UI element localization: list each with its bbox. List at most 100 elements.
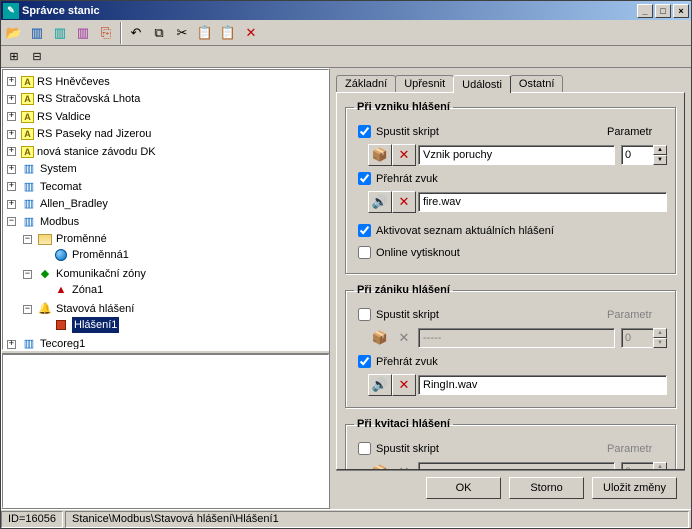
expander-icon[interactable]: + — [7, 165, 16, 174]
script-clear-button[interactable]: ✕ — [392, 144, 416, 166]
ulozit-button[interactable]: Uložit změny — [592, 477, 677, 499]
kvitace-parametr-label: Parametr — [607, 443, 667, 455]
station-icon: A — [21, 128, 34, 140]
button-row: OK Storno Uložit změny — [336, 470, 685, 505]
close-button[interactable]: × — [673, 4, 689, 18]
expander-icon[interactable]: + — [7, 340, 16, 349]
vznik-param-spinner[interactable]: ▲▼ — [621, 145, 667, 165]
grid-cyan-icon[interactable]: ▥ — [49, 22, 71, 44]
zanik-prehrat-label: Přehrát zvuk — [376, 356, 438, 368]
script-browse-button: 📦 — [368, 461, 392, 470]
expander-icon[interactable]: + — [7, 112, 16, 121]
tree-item[interactable]: RS Valdice — [37, 109, 91, 125]
expander-icon[interactable]: − — [7, 217, 16, 226]
zanik-spustit-label: Spustit skript — [376, 309, 439, 321]
status-path: Stanice\Modbus\Stavová hlášení\Hlášení1 — [65, 511, 689, 528]
kvitace-script-field — [418, 462, 615, 470]
expander-icon[interactable]: − — [23, 305, 32, 314]
zanik-sound-field[interactable] — [418, 375, 667, 395]
expander-icon[interactable]: − — [23, 270, 32, 279]
copy-icon[interactable]: ⧉ — [148, 22, 170, 44]
open-icon[interactable]: 📂 — [3, 22, 25, 44]
vznik-aktivovat-checkbox[interactable] — [358, 224, 371, 237]
vznik-spustit-label: Spustit skript — [376, 126, 439, 138]
tree-item[interactable]: Komunikační zóny — [56, 266, 146, 282]
tree-item-selected[interactable]: Hlášení1 — [72, 317, 119, 333]
station-icon: A — [21, 76, 34, 88]
export-icon[interactable]: ⎘ — [95, 22, 117, 44]
expander-icon[interactable]: + — [7, 95, 16, 104]
zanik-prehrat-checkbox[interactable] — [358, 355, 371, 368]
tab-ostatni[interactable]: Ostatní — [510, 75, 563, 92]
expander-icon[interactable]: + — [7, 200, 16, 209]
paste-icon[interactable]: 📋 — [194, 22, 216, 44]
maximize-button[interactable]: □ — [655, 4, 671, 18]
zanik-parametr-label: Parametr — [607, 309, 667, 321]
tree-item[interactable]: nová stanice závodu DK — [37, 144, 156, 160]
expander-icon[interactable]: − — [23, 235, 32, 244]
spin-down-icon[interactable]: ▼ — [653, 155, 667, 165]
expander-icon[interactable]: + — [7, 130, 16, 139]
db-icon: ▥ — [21, 215, 37, 229]
zones-icon: ◆ — [37, 267, 53, 281]
sound-play-button[interactable]: 🔊 — [368, 191, 392, 213]
sound-play-button[interactable]: 🔊 — [368, 374, 392, 396]
tree-collapse-icon[interactable]: ⊟ — [26, 46, 48, 68]
storno-button[interactable]: Storno — [509, 477, 584, 499]
db-icon: ▥ — [21, 337, 37, 350]
tree-item[interactable]: RS Stračovská Lhota — [37, 91, 140, 107]
window-title: Správce stanic — [22, 5, 100, 17]
kvitace-spustit-checkbox[interactable] — [358, 442, 371, 455]
zanik-param-value — [621, 328, 653, 348]
tab-udalosti[interactable]: Události — [453, 75, 511, 93]
tree-item[interactable]: Allen_Bradley — [40, 196, 108, 212]
minimize-button[interactable]: _ — [637, 4, 653, 18]
alarm-item-icon — [53, 318, 69, 332]
kvitace-spustit-label: Spustit skript — [376, 443, 439, 455]
undo-icon[interactable]: ↶ — [125, 22, 147, 44]
toolbar-tree: ⊞ ⊟ — [1, 46, 691, 68]
vznik-sound-field[interactable] — [418, 192, 667, 212]
alarms-icon: 🔔 — [37, 302, 53, 316]
variable-icon — [53, 248, 69, 262]
tree-item[interactable]: Tecomat — [40, 179, 82, 195]
vznik-spustit-checkbox[interactable] — [358, 125, 371, 138]
spin-up-icon: ▲ — [653, 328, 667, 338]
tree-item[interactable]: Stavová hlášení — [56, 301, 134, 317]
expander-icon[interactable]: + — [7, 147, 16, 156]
cut-icon[interactable]: ✂ — [171, 22, 193, 44]
tree-item[interactable]: RS Hněvčeves — [37, 74, 110, 90]
station-tree[interactable]: +ARS Hněvčeves +ARS Stračovská Lhota +AR… — [2, 69, 329, 350]
status-id: ID=16056 — [1, 511, 63, 528]
tab-zakladni[interactable]: Základní — [336, 75, 396, 92]
grid-blue-icon[interactable]: ▥ — [26, 22, 48, 44]
tree-expand-icon[interactable]: ⊞ — [3, 46, 25, 68]
vznik-prehrat-checkbox[interactable] — [358, 172, 371, 185]
tree-item[interactable]: Proměnné — [56, 231, 107, 247]
vznik-online-label: Online vytisknout — [376, 247, 460, 259]
tab-upresnit[interactable]: Upřesnit — [395, 75, 454, 92]
tree-item[interactable]: RS Paseky nad Jizerou — [37, 126, 151, 142]
vznik-aktivovat-label: Aktivovat seznam aktuálních hlášení — [376, 225, 554, 237]
sound-clear-button[interactable]: ✕ — [392, 191, 416, 213]
zanik-spustit-checkbox[interactable] — [358, 308, 371, 321]
tree-item[interactable]: Zóna1 — [72, 282, 103, 298]
tree-item[interactable]: Tecoreg1 — [40, 336, 85, 350]
expander-icon[interactable]: + — [7, 77, 16, 86]
vznik-online-checkbox[interactable] — [358, 246, 371, 259]
expander-icon[interactable]: + — [7, 182, 16, 191]
vznik-param-value[interactable] — [621, 145, 653, 165]
tree-item[interactable]: System — [40, 161, 77, 177]
delete-icon[interactable]: ✕ — [240, 22, 262, 44]
vznik-script-field[interactable] — [418, 145, 615, 165]
sound-clear-button[interactable]: ✕ — [392, 374, 416, 396]
spin-up-icon[interactable]: ▲ — [653, 145, 667, 155]
tree-item[interactable]: Modbus — [40, 214, 79, 230]
paste-special-icon[interactable]: 📋 — [217, 22, 239, 44]
tree-item[interactable]: Proměnná1 — [72, 247, 129, 263]
ok-button[interactable]: OK — [426, 477, 501, 499]
group-kvitace-title: Při kvitaci hlášení — [354, 418, 453, 430]
grid-purple-icon[interactable]: ▥ — [72, 22, 94, 44]
script-browse-button[interactable]: 📦 — [368, 144, 392, 166]
tab-bar: Základní Upřesnit Události Ostatní — [336, 72, 685, 92]
